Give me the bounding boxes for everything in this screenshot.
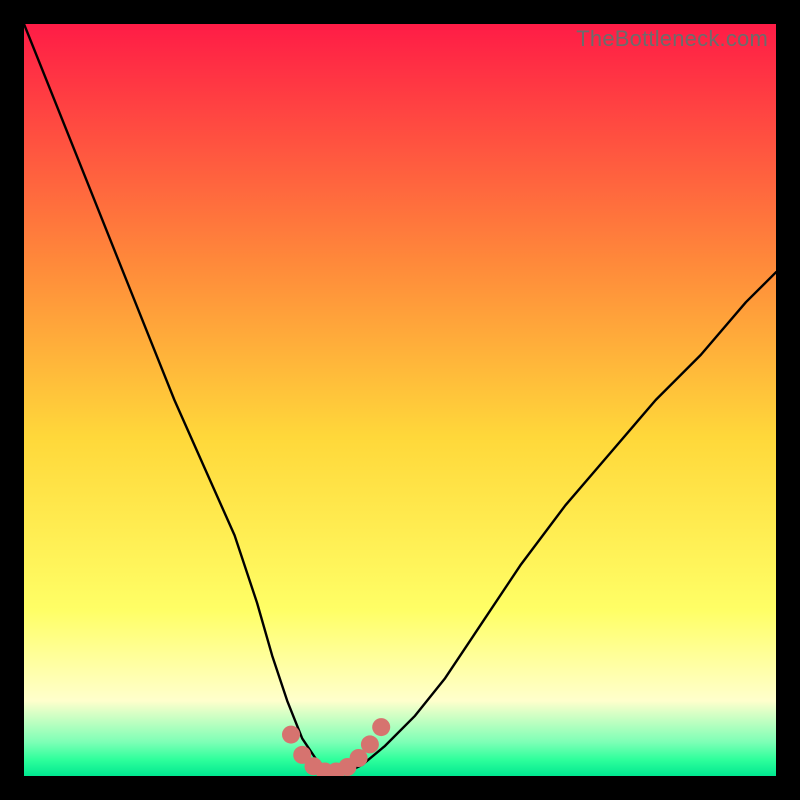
chart-frame: TheBottleneck.com [24,24,776,776]
gradient-background [24,24,776,776]
trough-marker-dot [372,718,390,736]
bottleneck-chart [24,24,776,776]
watermark-text: TheBottleneck.com [576,26,768,52]
trough-marker-dot [361,735,379,753]
trough-marker-dot [282,726,300,744]
